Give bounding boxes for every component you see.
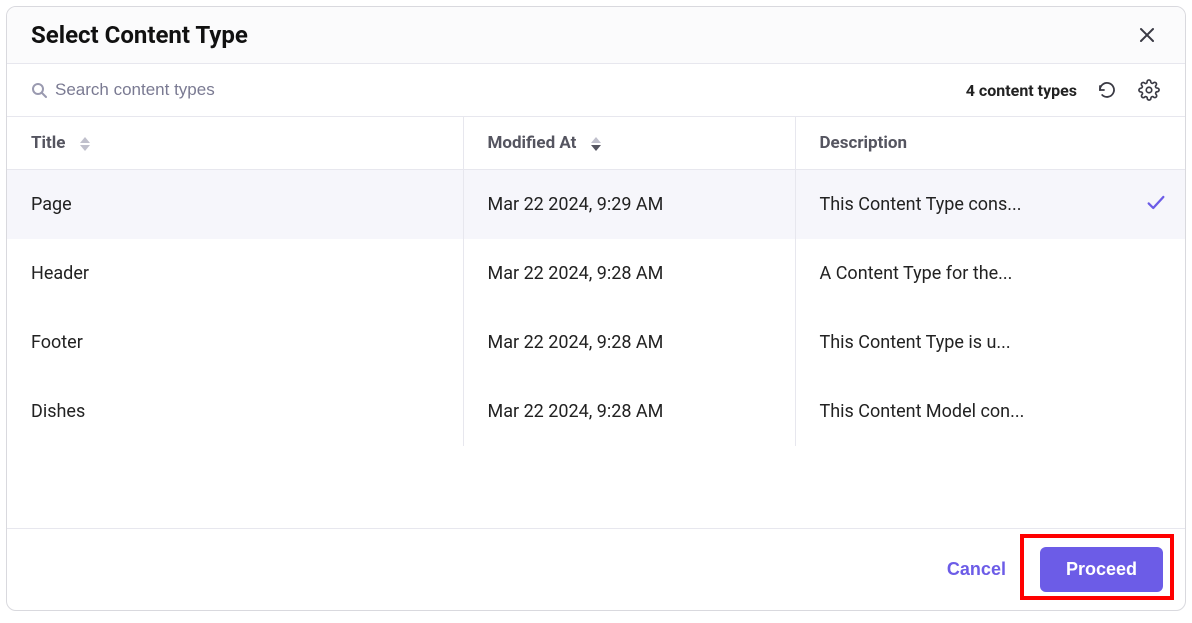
column-header-description[interactable]: Description	[795, 117, 1185, 170]
cell-description-text: This Content Type cons...	[820, 194, 1022, 215]
settings-button[interactable]	[1137, 78, 1161, 102]
column-description-label: Description	[820, 133, 907, 153]
cancel-button[interactable]: Cancel	[935, 551, 1018, 588]
table-row[interactable]: Footer Mar 22 2024, 9:28 AM This Content…	[7, 308, 1185, 377]
table-row[interactable]: Page Mar 22 2024, 9:29 AM This Content T…	[7, 170, 1185, 240]
modal-header: Select Content Type	[7, 7, 1185, 64]
sort-icon	[80, 137, 90, 151]
cell-description: A Content Type for the...	[795, 239, 1185, 308]
table-row[interactable]: Header Mar 22 2024, 9:28 AM A Content Ty…	[7, 239, 1185, 308]
column-header-title[interactable]: Title	[7, 117, 463, 170]
content-type-table: Title Modified At Description Pag	[7, 117, 1185, 446]
close-button[interactable]	[1133, 21, 1161, 49]
cell-description: This Content Model con...	[795, 377, 1185, 446]
toolbar-right: 4 content types	[966, 78, 1161, 102]
gear-icon	[1138, 79, 1160, 101]
cell-modified: Mar 22 2024, 9:28 AM	[463, 239, 795, 308]
search-box[interactable]	[31, 80, 355, 100]
cell-title: Dishes	[7, 377, 463, 446]
column-header-modified[interactable]: Modified At	[463, 117, 795, 170]
column-title-label: Title	[31, 133, 65, 153]
refresh-icon	[1097, 80, 1117, 100]
column-modified-label: Modified At	[488, 133, 577, 153]
cell-modified: Mar 22 2024, 9:29 AM	[463, 170, 795, 240]
search-icon	[31, 82, 47, 98]
cell-modified: Mar 22 2024, 9:28 AM	[463, 308, 795, 377]
cell-title: Footer	[7, 308, 463, 377]
modal-footer: Cancel Proceed	[7, 528, 1185, 610]
sort-icon	[591, 137, 601, 151]
refresh-button[interactable]	[1095, 78, 1119, 102]
cell-title: Page	[7, 170, 463, 240]
toolbar: 4 content types	[7, 64, 1185, 117]
content-type-count: 4 content types	[966, 81, 1077, 100]
search-input[interactable]	[55, 80, 355, 100]
selected-check-icon	[1145, 191, 1167, 218]
cell-modified: Mar 22 2024, 9:28 AM	[463, 377, 795, 446]
table-row[interactable]: Dishes Mar 22 2024, 9:28 AM This Content…	[7, 377, 1185, 446]
modal-title: Select Content Type	[31, 21, 248, 49]
cell-description: This Content Type cons...	[795, 170, 1185, 240]
proceed-button[interactable]: Proceed	[1040, 547, 1163, 592]
cell-title: Header	[7, 239, 463, 308]
cell-description: This Content Type is u...	[795, 308, 1185, 377]
close-icon	[1137, 25, 1157, 45]
select-content-type-modal: Select Content Type 4 content types	[6, 6, 1186, 611]
